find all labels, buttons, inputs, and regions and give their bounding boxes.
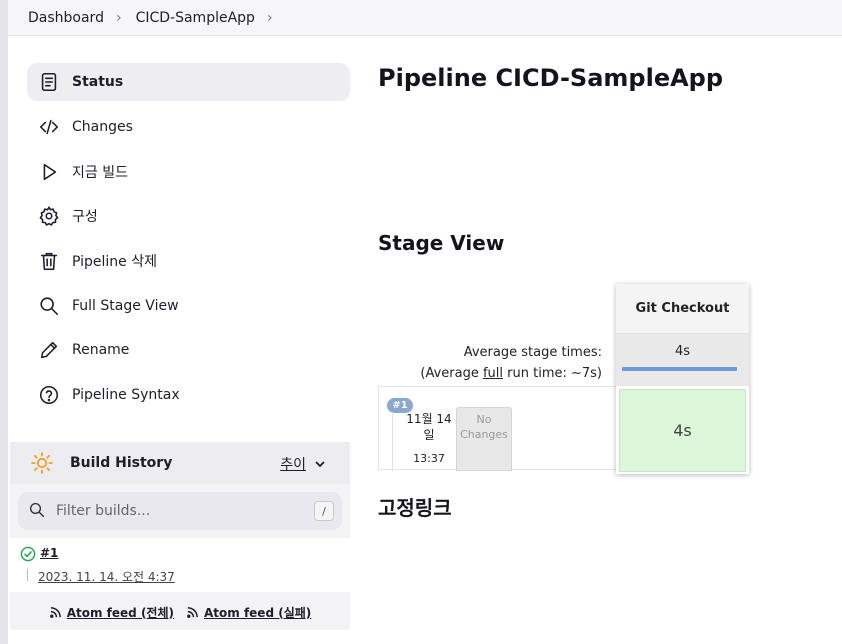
run-date: 11월 14 일 <box>405 411 453 443</box>
search-icon <box>37 294 61 318</box>
breadcrumb: Dashboard › CICD-SampleApp › <box>8 0 842 36</box>
rss-icon <box>187 606 198 618</box>
permalinks-title: 고정링크 <box>378 496 452 520</box>
avg-full-runtime: (Average full run time: ~7s) <box>420 363 602 384</box>
atom-feeds: Atom feed (전체) Atom feed (실패) <box>10 600 350 624</box>
breadcrumb-job[interactable]: CICD-SampleApp <box>136 10 255 26</box>
stage-column-git-checkout: Git Checkout 4s 4s <box>616 284 749 474</box>
rss-icon <box>49 606 61 618</box>
no-changes-box[interactable]: No Changes <box>456 407 512 471</box>
sidebar-item-pipeline-syntax[interactable]: Pipeline Syntax <box>27 376 350 414</box>
help-icon <box>37 383 61 407</box>
avg-stage-label: Average stage times: <box>463 345 602 360</box>
gear-icon <box>37 204 61 228</box>
filter-builds-input[interactable]: Filter builds... / <box>18 492 342 530</box>
stage-average-time: 4s <box>674 344 691 359</box>
stage-average-bar <box>622 367 737 371</box>
chevron-right-icon[interactable]: › <box>116 10 122 26</box>
sidebar-item-full-stage-view[interactable]: Full Stage View <box>27 287 350 325</box>
build-date-link[interactable]: 2023. 11. 14. 오전 4:37 <box>38 568 175 585</box>
sidebar-item-build-now[interactable]: 지금 빌드 <box>27 153 350 191</box>
pencil-icon <box>37 338 61 362</box>
chevron-down-icon <box>315 461 325 468</box>
avg-full-prefix: (Average <box>420 366 483 381</box>
sidebar-item-delete-pipeline[interactable]: Pipeline 삭제 <box>27 242 350 280</box>
run-date-line1: 11월 14 <box>406 412 452 426</box>
atom-feed-failed-label: Atom feed (실패) <box>204 605 312 620</box>
run-row: #1 11월 14 일 13:37 No Changes <box>378 386 616 471</box>
sidebar-item-label: Rename <box>72 342 130 358</box>
sun-icon <box>31 452 53 474</box>
filter-placeholder: Filter builds... <box>56 503 151 519</box>
average-stage-times: Average stage times: (Average full run t… <box>420 342 602 384</box>
atom-feed-all-label: Atom feed (전체) <box>66 605 174 620</box>
run-time: 13:37 <box>413 452 445 465</box>
sidebar-item-configure[interactable]: 구성 <box>27 197 350 235</box>
sidebar-item-label: Full Stage View <box>72 298 179 314</box>
trend-label: 추이 <box>280 457 306 473</box>
sidebar-item-label: Changes <box>72 119 133 135</box>
atom-feed-all-link[interactable]: Atom feed (전체) <box>49 604 174 621</box>
build-history-panel: Build History 추이 Filter builds... / #1 2… <box>10 442 350 630</box>
sidebar-item-label: 구성 <box>72 209 98 225</box>
build-number-link[interactable]: #1 <box>40 546 58 560</box>
trend-button[interactable]: 추이 <box>280 454 326 474</box>
sidebar-item-label: 지금 빌드 <box>72 165 128 181</box>
sidebar-item-label: Status <box>72 74 124 90</box>
trash-icon <box>37 249 61 273</box>
code-icon <box>37 115 61 139</box>
stage-cell-success[interactable]: 4s <box>619 389 746 472</box>
stage-average: 4s <box>616 334 749 386</box>
full-run-link[interactable]: full <box>483 366 503 381</box>
search-icon <box>28 501 48 521</box>
document-icon <box>37 70 61 94</box>
sidebar-item-changes[interactable]: Changes <box>27 108 350 146</box>
success-check-icon <box>20 546 36 562</box>
window-edge <box>0 0 8 644</box>
run-date-line2: 일 <box>423 428 435 442</box>
stage-view-title: Stage View <box>378 231 505 255</box>
play-icon <box>37 160 61 184</box>
stage-header: Git Checkout <box>616 284 749 334</box>
atom-feed-failed-link[interactable]: Atom feed (실패) <box>186 604 311 621</box>
page-title: Pipeline CICD-SampleApp <box>378 64 724 92</box>
sidebar-item-rename[interactable]: Rename <box>27 331 350 369</box>
sidebar-item-status[interactable]: Status <box>27 63 350 101</box>
breadcrumb-dashboard[interactable]: Dashboard <box>28 10 104 26</box>
run-divider <box>392 413 393 471</box>
keyboard-shortcut-hint: / <box>314 501 334 521</box>
chevron-right-icon[interactable]: › <box>267 10 273 26</box>
build-row[interactable]: #1 2023. 11. 14. 오전 4:37 <box>10 538 350 592</box>
avg-full-suffix: run time: ~7s) <box>503 366 602 381</box>
build-connector <box>27 569 28 581</box>
stage-view: Average stage times: (Average full run t… <box>378 284 750 474</box>
build-history-title: Build History <box>70 455 173 471</box>
sidebar: Status Changes 지금 빌드 구성 Pipeline 삭제 Full… <box>8 36 350 644</box>
sidebar-item-label: Pipeline 삭제 <box>72 254 158 270</box>
build-history-header: Build History 추이 <box>10 442 350 484</box>
sidebar-item-label: Pipeline Syntax <box>72 387 180 403</box>
